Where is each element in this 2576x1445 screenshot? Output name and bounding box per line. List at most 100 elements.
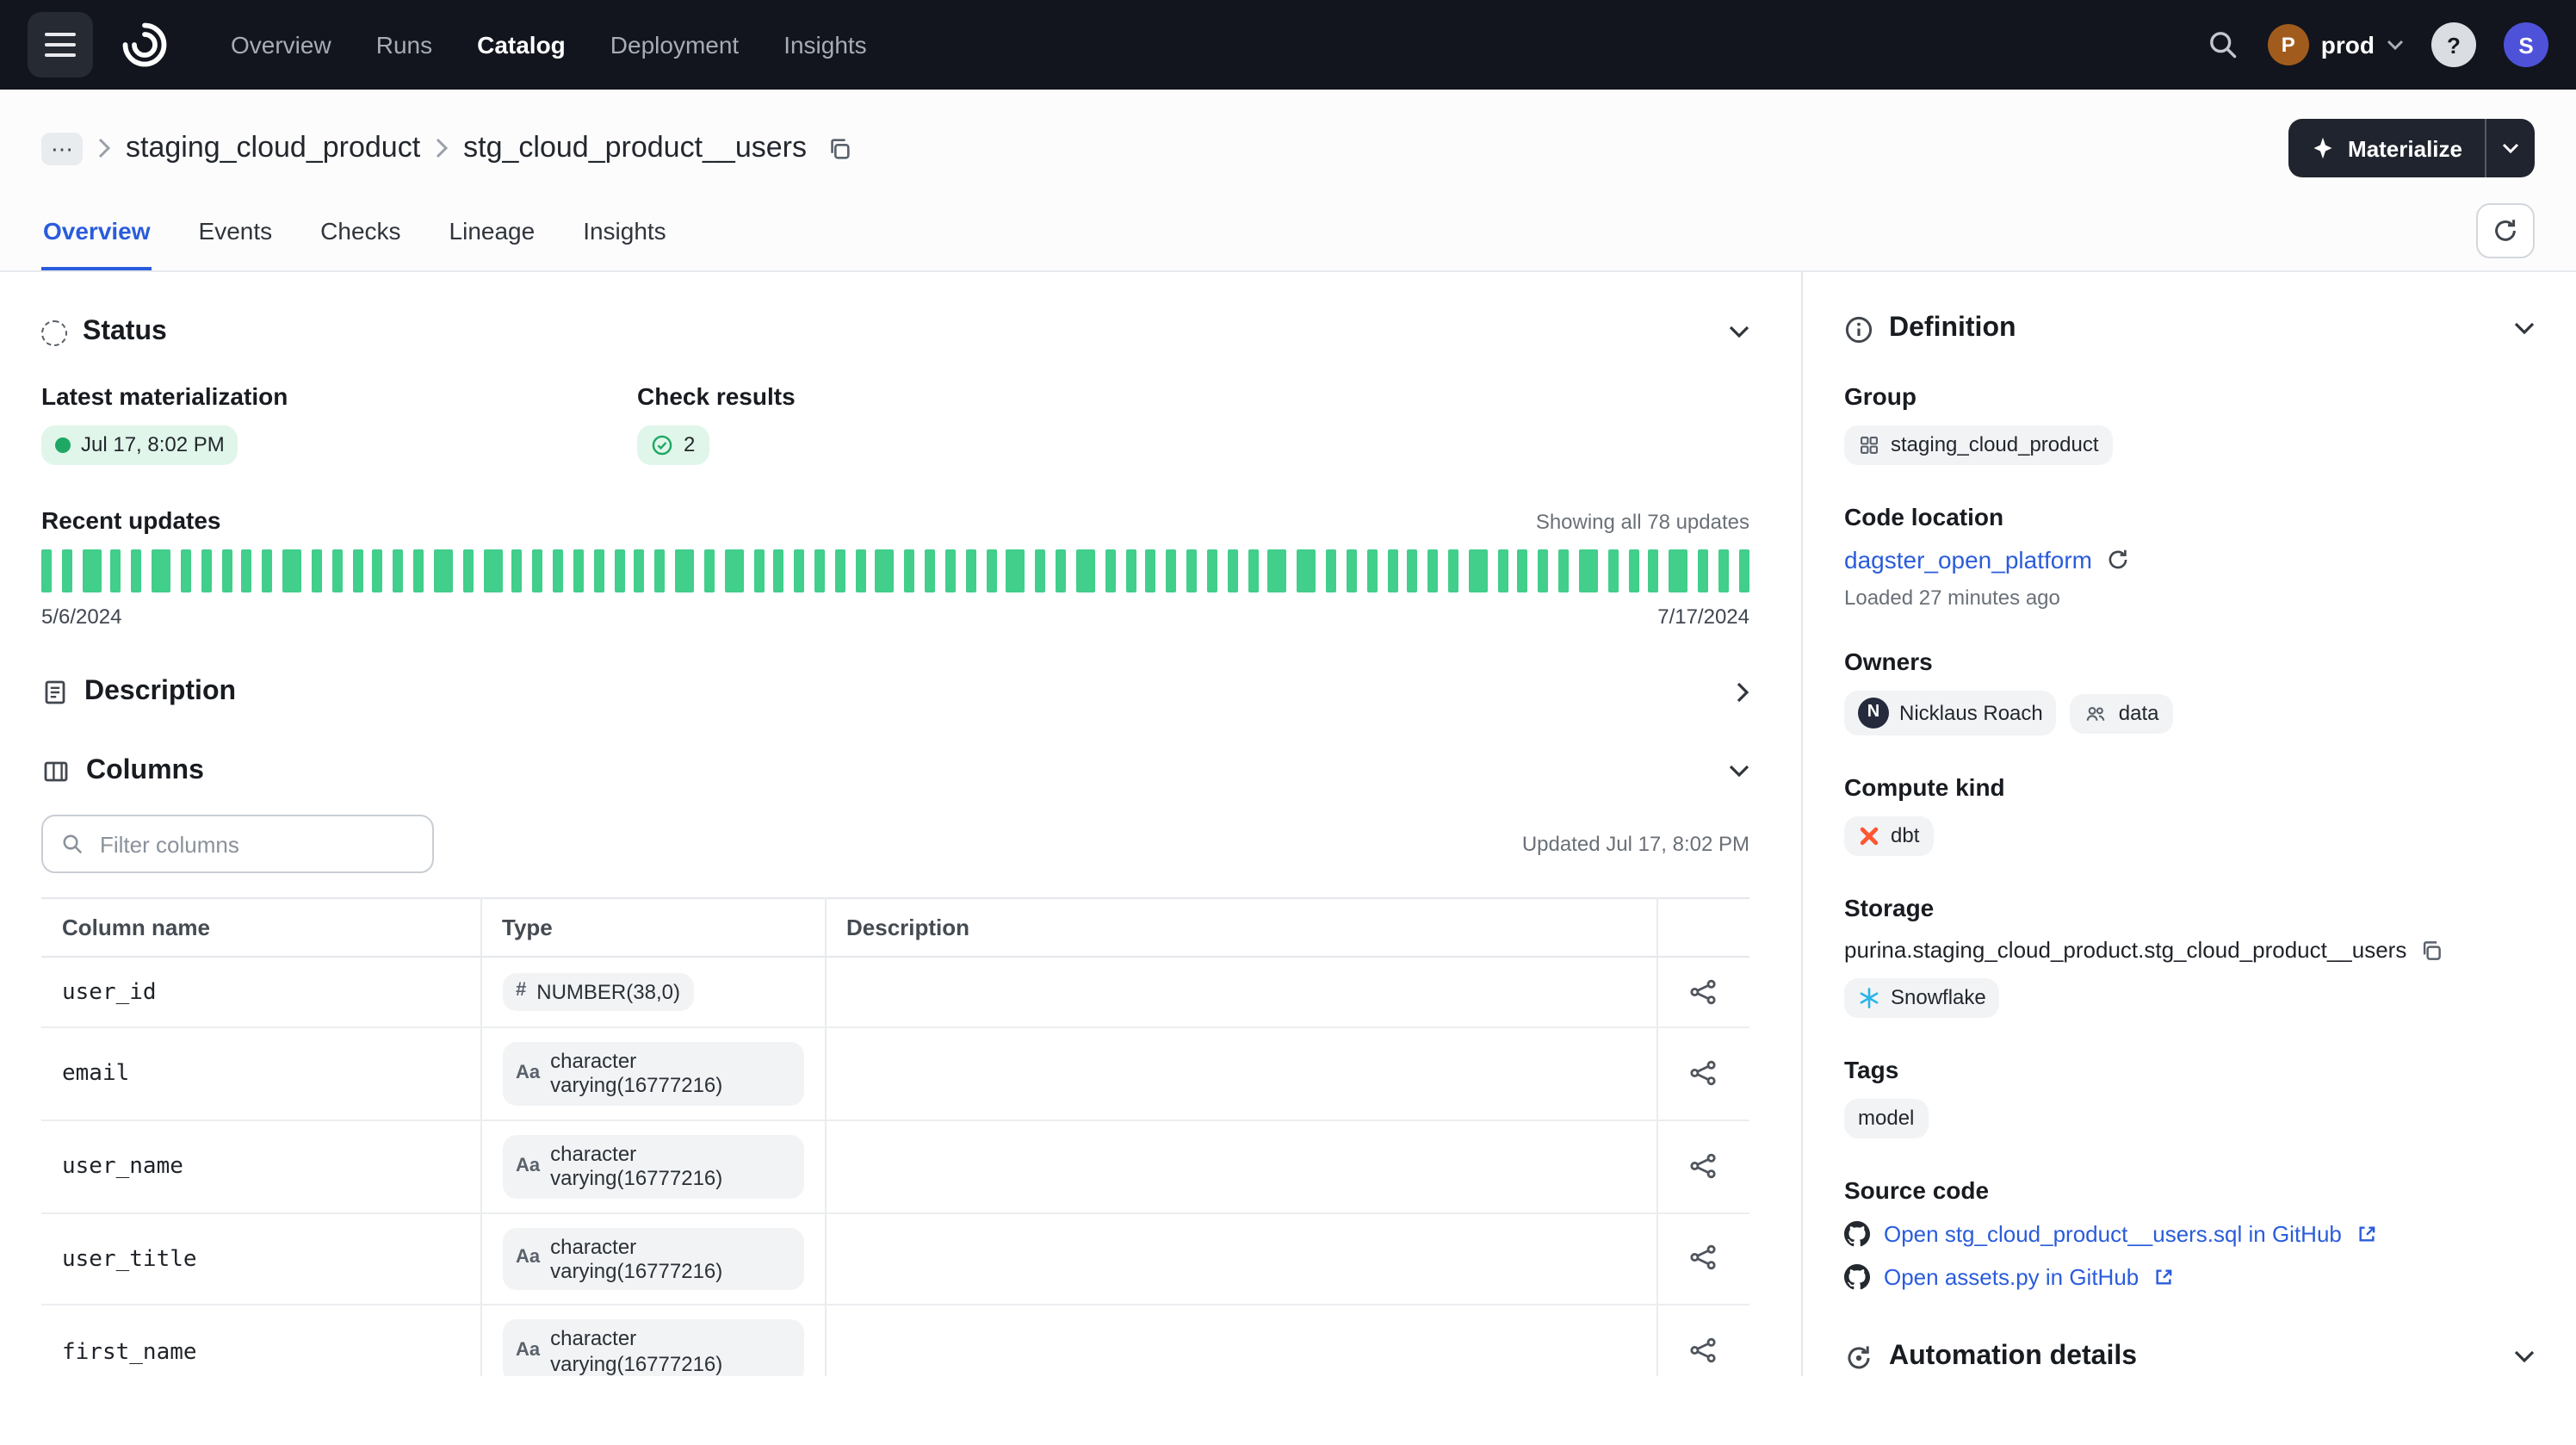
view-column-lineage-button[interactable]: [1687, 974, 1721, 1008]
view-column-lineage-button[interactable]: [1687, 1148, 1721, 1182]
update-tick[interactable]: [1347, 549, 1357, 592]
check-results-badge[interactable]: 2: [637, 425, 709, 465]
view-column-lineage-button[interactable]: [1687, 1056, 1721, 1090]
update-tick[interactable]: [111, 549, 121, 592]
tab-checks[interactable]: Checks: [319, 192, 402, 270]
nav-item-insights[interactable]: Insights: [783, 31, 867, 59]
menu-button[interactable]: [28, 12, 93, 78]
update-tick[interactable]: [462, 549, 473, 592]
update-tick[interactable]: [413, 549, 424, 592]
update-tick[interactable]: [1297, 549, 1316, 592]
owner-badge[interactable]: N Nicklaus Roach: [1844, 691, 2057, 735]
update-tick[interactable]: [794, 549, 804, 592]
update-tick[interactable]: [312, 549, 322, 592]
update-tick[interactable]: [434, 549, 453, 592]
update-tick[interactable]: [201, 549, 212, 592]
update-tick[interactable]: [1186, 549, 1197, 592]
update-tick[interactable]: [152, 549, 170, 592]
update-tick[interactable]: [675, 549, 694, 592]
filter-columns-input[interactable]: [96, 829, 415, 859]
update-tick[interactable]: [1076, 549, 1095, 592]
update-tick[interactable]: [332, 549, 343, 592]
update-tick[interactable]: [1718, 549, 1729, 592]
nav-item-overview[interactable]: Overview: [231, 31, 331, 59]
status-collapse-button[interactable]: [1729, 326, 1749, 339]
update-tick[interactable]: [1497, 549, 1508, 592]
update-tick[interactable]: [1518, 549, 1528, 592]
deployment-switcher[interactable]: P prod: [2268, 24, 2404, 65]
automation-collapse-button[interactable]: [2514, 1350, 2535, 1364]
update-tick[interactable]: [1056, 549, 1066, 592]
update-tick[interactable]: [1427, 549, 1438, 592]
refresh-button[interactable]: [2476, 203, 2535, 258]
dagster-logo[interactable]: [114, 14, 176, 76]
update-tick[interactable]: [1469, 549, 1488, 592]
update-tick[interactable]: [1739, 549, 1749, 592]
update-tick[interactable]: [1448, 549, 1458, 592]
nav-item-runs[interactable]: Runs: [376, 31, 432, 59]
tab-events[interactable]: Events: [197, 192, 275, 270]
update-tick[interactable]: [753, 549, 764, 592]
columns-collapse-button[interactable]: [1729, 765, 1749, 778]
view-column-lineage-button[interactable]: [1687, 1241, 1721, 1275]
update-tick[interactable]: [352, 549, 362, 592]
update-tick[interactable]: [1105, 549, 1116, 592]
update-tick[interactable]: [483, 549, 502, 592]
copy-asset-name-button[interactable]: [826, 135, 851, 161]
update-tick[interactable]: [814, 549, 825, 592]
team-badge[interactable]: data: [2071, 693, 2173, 733]
update-tick[interactable]: [82, 549, 101, 592]
update-tick[interactable]: [1166, 549, 1176, 592]
reload-code-location-button[interactable]: [2106, 548, 2130, 572]
description-expand-button[interactable]: [1736, 682, 1749, 703]
update-tick[interactable]: [1036, 549, 1046, 592]
update-tick[interactable]: [1146, 549, 1156, 592]
update-tick[interactable]: [1268, 549, 1287, 592]
update-tick[interactable]: [282, 549, 301, 592]
update-tick[interactable]: [724, 549, 743, 592]
update-tick[interactable]: [221, 549, 232, 592]
storage-platform-badge[interactable]: Snowflake: [1844, 978, 2000, 1018]
search-button[interactable]: [2206, 28, 2240, 62]
update-tick[interactable]: [614, 549, 624, 592]
update-tick[interactable]: [373, 549, 383, 592]
update-tick[interactable]: [532, 549, 542, 592]
update-tick[interactable]: [1628, 549, 1638, 592]
open-sql-in-github-link[interactable]: Open stg_cloud_product__users.sql in Git…: [1884, 1221, 2342, 1247]
update-tick[interactable]: [1579, 549, 1598, 592]
update-tick[interactable]: [1248, 549, 1258, 592]
nav-item-catalog[interactable]: Catalog: [477, 31, 566, 59]
compute-kind-badge[interactable]: dbt: [1844, 816, 1933, 856]
code-location-link[interactable]: dagster_open_platform: [1844, 546, 2092, 574]
update-tick[interactable]: [945, 549, 956, 592]
update-tick[interactable]: [1408, 549, 1418, 592]
nav-item-deployment[interactable]: Deployment: [610, 31, 739, 59]
update-tick[interactable]: [1387, 549, 1397, 592]
update-tick[interactable]: [774, 549, 784, 592]
breadcrumb-overflow-button[interactable]: ⋯: [41, 132, 83, 164]
update-tick[interactable]: [704, 549, 715, 592]
user-avatar[interactable]: S: [2504, 22, 2548, 67]
open-assets-py-in-github-link[interactable]: Open assets.py in GitHub: [1884, 1264, 2139, 1290]
update-tick[interactable]: [553, 549, 563, 592]
tab-lineage[interactable]: Lineage: [448, 192, 537, 270]
update-tick[interactable]: [263, 549, 273, 592]
tab-overview[interactable]: Overview: [41, 192, 152, 270]
tag-badge[interactable]: model: [1844, 1099, 1928, 1138]
update-tick[interactable]: [1006, 549, 1025, 592]
update-tick[interactable]: [835, 549, 845, 592]
update-tick[interactable]: [654, 549, 665, 592]
tab-insights[interactable]: Insights: [581, 192, 668, 270]
update-tick[interactable]: [512, 549, 523, 592]
update-tick[interactable]: [966, 549, 976, 592]
update-tick[interactable]: [1125, 549, 1136, 592]
update-tick[interactable]: [1649, 549, 1659, 592]
update-tick[interactable]: [41, 549, 52, 592]
update-tick[interactable]: [1698, 549, 1708, 592]
breadcrumb-group-link[interactable]: staging_cloud_product: [126, 131, 420, 165]
update-tick[interactable]: [1608, 549, 1619, 592]
update-tick[interactable]: [181, 549, 191, 592]
update-tick[interactable]: [1227, 549, 1237, 592]
definition-collapse-button[interactable]: [2514, 322, 2535, 336]
update-tick[interactable]: [62, 549, 72, 592]
